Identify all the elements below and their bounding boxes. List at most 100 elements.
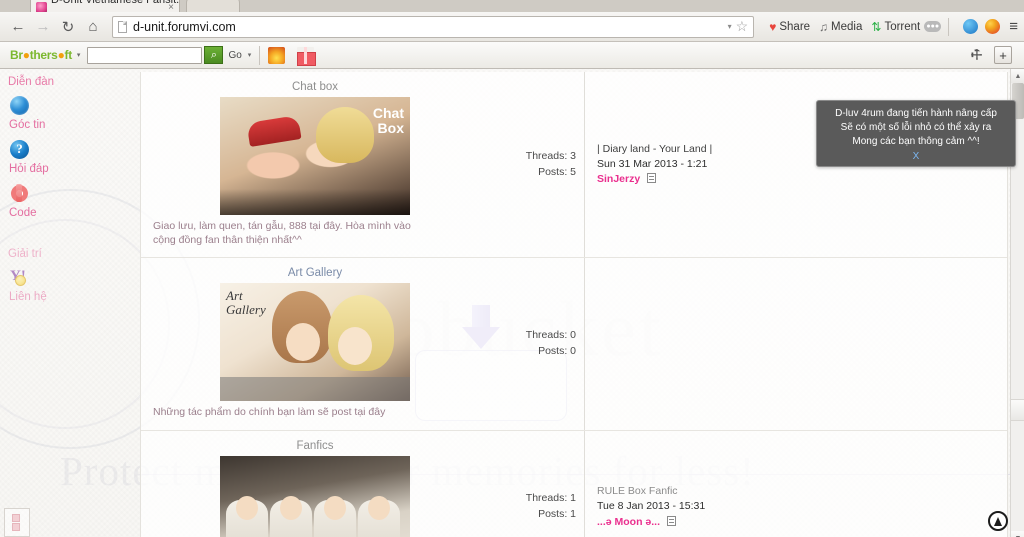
forum-description: Những tác phẩm do chính bạn làm sẽ post … — [153, 406, 386, 419]
notice-line-2: Sẽ có một số lỗi nhỏ có thể xảy ra — [840, 122, 992, 134]
threads-count: Threads: 1 — [525, 492, 576, 505]
sidebar-group-forum: Diễn đàn Góc tin ? Hỏi đáp Code — [0, 69, 140, 225]
banner-shape — [316, 107, 374, 163]
bs-divider — [259, 45, 261, 65]
globe-icon — [10, 96, 29, 115]
heart-icon: ♥ — [769, 19, 777, 34]
notice-line-1: D-luv 4rum đang tiến hành nâng cấp — [835, 108, 997, 119]
navigation-toolbar: ← → ↻ ⌂ d-unit.forumvi.com ▾ ☆ ♥ Share ♫… — [0, 12, 1024, 42]
banner-caption: Chat Box — [372, 105, 404, 136]
torrent-badge: ●●● — [924, 21, 942, 32]
forum-lastpost-cell — [585, 258, 1007, 429]
brothersoft-toolbar: Br●thers●ft ▾ ⌕ Go ▾ ⚒ + — [0, 42, 1024, 69]
tab-strip: D-Unit Vietnamese Fansit... × — [0, 0, 1024, 12]
left-sidebar: Diễn đàn Góc tin ? Hỏi đáp Code Giải trí — [0, 69, 140, 537]
banner-shade — [220, 377, 410, 402]
forum-info-cell: Art Gallery Art Gallery Những tác phẩm do… — [141, 258, 489, 429]
scroll-to-top-icon[interactable] — [988, 511, 1008, 531]
last-post-author-row: ...ə Moon ə... — [597, 515, 999, 530]
sidebar-item-code[interactable]: Code — [8, 181, 140, 225]
up-arrow-glyph — [994, 516, 1002, 526]
torrent-icon: ⇅ — [871, 19, 882, 34]
last-post-author[interactable]: ...ə Moon ə... — [597, 516, 660, 528]
browser-menu-icon[interactable]: ≡ — [1009, 18, 1018, 35]
forum-title[interactable]: Art Gallery — [151, 267, 479, 279]
chatbox-banner-image[interactable]: Chat Box — [220, 97, 410, 215]
sidebar-heading-forum: Diễn đàn — [8, 76, 55, 88]
toolbar-divider — [948, 17, 950, 36]
go-chevron-down-icon[interactable]: ▾ — [248, 51, 252, 59]
flame-icon[interactable] — [268, 46, 286, 64]
brothersoft-search-input[interactable] — [87, 46, 203, 64]
sidebar-item-label: Góc tin — [9, 119, 46, 131]
browser-tab-active[interactable]: D-Unit Vietnamese Fansit... × — [30, 0, 180, 12]
extension-buttons: ♥ Share ♫ Media ⇅ Torrent ●●● ≡ — [760, 12, 1018, 41]
forum-row: Fanfics Fanfics — [141, 430, 1007, 537]
bookmark-star-icon[interactable]: ☆ — [736, 18, 749, 35]
search-icon[interactable]: ⌕ — [204, 46, 224, 64]
brothersoft-caret-icon[interactable]: ▾ — [77, 51, 81, 59]
share-label: Share — [779, 20, 811, 33]
sidebar-heading-giai-tri: Giải trí — [8, 248, 42, 260]
wrench-icon[interactable]: ⚒ — [967, 45, 987, 65]
sidebar-divider — [0, 225, 140, 241]
scrollbar-down-arrow-icon[interactable]: ▼ — [1011, 531, 1024, 537]
forum-counts-cell: Threads: 1 Posts: 1 — [489, 430, 585, 537]
url-text: d-unit.forumvi.com — [133, 19, 236, 34]
posts-count: Posts: 5 — [538, 165, 576, 178]
scrollbar-up-arrow-icon[interactable]: ▲ — [1011, 69, 1024, 83]
sidebar-item-hoi-dap[interactable]: ? Hỏi đáp — [8, 137, 140, 181]
forum-lastpost-cell: RULE Box Fanfic Tue 8 Jan 2013 - 15:31 .… — [585, 431, 1007, 537]
forum-info-cell: Fanfics Fanfics — [141, 431, 489, 537]
reload-icon[interactable]: ↻ — [56, 15, 80, 39]
media-button[interactable]: ♫ Media — [819, 20, 862, 34]
back-icon[interactable]: ← — [6, 15, 30, 39]
goto-last-post-icon[interactable] — [666, 515, 676, 526]
banner-shape — [280, 495, 302, 520]
forum-title[interactable]: Fanfics — [151, 440, 479, 452]
forum-row: Art Gallery Art Gallery Những tác phẩm do… — [141, 258, 1007, 431]
go-label[interactable]: Go — [228, 50, 241, 61]
brothersoft-go-group[interactable]: ⌕ Go ▾ — [204, 46, 251, 64]
translate-icon[interactable] — [963, 19, 979, 34]
chevron-down-icon[interactable]: ▾ — [728, 22, 732, 31]
address-bar[interactable]: d-unit.forumvi.com ▾ ☆ — [112, 15, 755, 38]
torrent-label: Torrent — [884, 20, 921, 33]
forum-counts-cell: Threads: 0 Posts: 0 — [489, 258, 585, 430]
forum-description: Giao lưu, làm quen, tán gẫu, 888 tại đây… — [153, 220, 411, 247]
goto-last-post-icon[interactable] — [647, 173, 657, 184]
music-extension-icon[interactable] — [985, 19, 1001, 34]
sidebar-item-label: Code — [9, 207, 37, 219]
brothersoft-logo[interactable]: Br●thers●ft — [4, 48, 74, 62]
last-post-topic[interactable]: RULE Box Fanfic — [597, 484, 999, 499]
artgallery-banner-image[interactable]: Art Gallery — [220, 283, 410, 402]
fanfics-banner-image[interactable]: Fanfics — [220, 455, 410, 537]
media-icon: ♫ — [819, 19, 829, 34]
sidebar-group-entertainment: Giải trí Y! Liên hệ — [0, 241, 140, 309]
banner-shape — [324, 495, 346, 520]
sidebar-item-goc-tin[interactable]: Góc tin — [8, 93, 140, 137]
sidebar-item-lien-he[interactable]: Y! Liên hệ — [8, 265, 140, 309]
last-post-author[interactable]: SinJerzy — [597, 173, 640, 185]
gift-icon[interactable] — [297, 46, 317, 66]
page-viewport: photobucket Protect more of your memorie… — [0, 69, 1024, 537]
tab-close-icon[interactable]: × — [168, 2, 174, 12]
notice-close-link[interactable]: X — [825, 151, 1007, 162]
sidebar-item-label: Hỏi đáp — [9, 163, 49, 175]
tab-favicon — [36, 2, 47, 12]
home-icon[interactable]: ⌂ — [81, 15, 105, 39]
torrent-button[interactable]: ⇅ Torrent ●●● — [871, 19, 942, 34]
share-button[interactable]: ♥ Share — [769, 20, 810, 34]
scrollbar-track-mark[interactable] — [1011, 399, 1024, 421]
banner-caption: Art Gallery — [226, 288, 266, 317]
forward-icon[interactable]: → — [31, 15, 55, 39]
browser-window: D-Unit Vietnamese Fansit... × ← → ↻ ⌂ d-… — [0, 0, 1024, 537]
new-tab-button[interactable] — [186, 0, 240, 12]
add-button[interactable]: + — [994, 46, 1012, 64]
forum-title[interactable]: Chat box — [151, 81, 479, 93]
banner-shape — [236, 495, 258, 520]
notice-line-3: Mong các bạn thông cảm ^^! — [852, 136, 980, 148]
posts-count: Posts: 0 — [538, 344, 576, 357]
yahoo-messenger-icon: Y! — [10, 268, 29, 287]
banner-shape — [246, 115, 302, 147]
